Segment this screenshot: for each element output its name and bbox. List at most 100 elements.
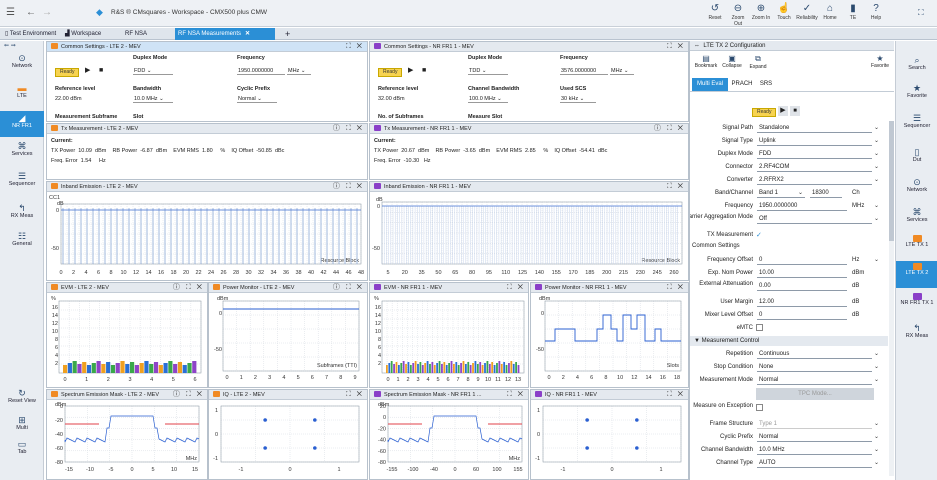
collapse-section-icon[interactable]: ▼ xyxy=(694,338,702,344)
frequency-unit-select[interactable]: MHz ⌄ xyxy=(287,68,311,75)
stop-button[interactable]: ■ xyxy=(422,67,426,75)
chevron-down-icon[interactable]: ⌄ xyxy=(874,137,879,144)
touch-button[interactable]: ☝ Touch xyxy=(773,3,795,21)
ref-level-value[interactable]: 22.00 dBm xyxy=(55,96,82,102)
forward-icon[interactable]: → xyxy=(42,7,52,18)
chevron-down-icon[interactable]: ⌄ xyxy=(798,189,803,196)
reset-button[interactable]: ↺ Reset xyxy=(704,3,726,21)
frequency-input[interactable]: 3576.0000000 xyxy=(560,68,608,75)
reliability-button[interactable]: ✓ Reliability xyxy=(796,3,818,21)
chevron-down-icon[interactable]: ⌄ xyxy=(874,256,879,263)
config-checkbox[interactable] xyxy=(756,404,763,411)
fullscreen-icon[interactable]: ⛶ xyxy=(918,8,924,18)
frequency-unit-select[interactable]: MHz ⌄ xyxy=(610,68,634,75)
config-value-field[interactable]: Standalone xyxy=(757,124,872,133)
panel-controls[interactable]: ⛶ ✕ xyxy=(667,390,685,400)
favorite-button[interactable]: ★ Favorite xyxy=(868,54,892,69)
run-button[interactable]: ▶ xyxy=(778,106,788,116)
tab-rf-nsa-measurements[interactable]: RF NSA Measurements ✕ xyxy=(175,28,275,40)
right-nav-lte-tx-1[interactable]: LTE TX 1 xyxy=(896,233,937,260)
config-value-field[interactable]: 1950.0000000 xyxy=(757,202,847,211)
collapse-button[interactable]: ▣ Collapse xyxy=(720,54,744,69)
config-value-field[interactable]: Normal xyxy=(757,376,872,385)
panel-controls[interactable]: ⓘ ⛶ ✕ xyxy=(173,390,204,400)
panel-controls[interactable]: ⛶ ✕ xyxy=(667,42,685,52)
config-value-field[interactable]: Continuous xyxy=(757,350,872,359)
zoom-out-button[interactable]: ⊖ Zoom Out xyxy=(727,3,749,27)
te-button[interactable]: ▮ TE xyxy=(842,3,864,21)
scrollbar-thumb[interactable] xyxy=(889,121,894,241)
chevron-down-icon[interactable]: ⌄ xyxy=(874,215,879,222)
config-value-field[interactable]: 0 xyxy=(757,256,847,265)
bandwidth-select[interactable]: 10.0 MHz ⌄ xyxy=(133,96,173,103)
duplex-mode-select[interactable]: FDD ⌄ xyxy=(133,68,173,75)
chevron-down-icon[interactable]: ⌄ xyxy=(874,459,879,466)
panel-controls[interactable]: ⓘ ⛶ ✕ xyxy=(333,182,364,192)
config-tab-multi-eval[interactable]: Multi Eval xyxy=(692,78,728,91)
right-nav-search[interactable]: ⌕ Search xyxy=(896,53,937,80)
sidebar-item-lte[interactable]: ▬ LTE xyxy=(0,81,44,107)
panel-controls[interactable]: ⓘ ⛶ ✕ xyxy=(654,124,685,134)
sidebar-toggle-icon[interactable]: ⇚ ⇛ xyxy=(4,42,16,49)
tpc-mode-button[interactable]: TPC Mode... xyxy=(756,388,874,400)
config-value-field[interactable]: 10.0 MHz xyxy=(757,446,872,455)
tab-test-environment[interactable]: ▯ Test Environment xyxy=(2,28,60,40)
frequency-input[interactable]: 1950.0000000 xyxy=(237,68,285,75)
chevron-down-icon[interactable]: ⌄ xyxy=(874,420,879,427)
config-value-field[interactable]: Uplink xyxy=(757,137,872,146)
config-value-field[interactable]: Off xyxy=(757,215,872,224)
right-nav-dut[interactable]: ▯ Dut xyxy=(896,145,937,172)
right-nav-network[interactable]: ⊙ Network xyxy=(896,175,937,202)
chevron-down-icon[interactable]: ⌄ xyxy=(874,202,879,209)
bookmark-button[interactable]: ▤ Bookmark xyxy=(694,54,718,69)
sidebar-item-nr-fr1[interactable]: ◢ NR FR1 xyxy=(0,111,44,137)
sidebar-item-multi[interactable]: ⊞ Multi xyxy=(0,413,44,439)
chevron-down-icon[interactable]: ⌄ xyxy=(874,350,879,357)
right-nav-lte-tx-2[interactable]: LTE TX 2 xyxy=(896,261,937,288)
panel-controls[interactable]: ⛶ ✕ xyxy=(346,42,364,52)
new-tab-button[interactable]: + xyxy=(282,28,293,40)
right-nav-nr-fr1-tx-1[interactable]: NR FR1 TX 1 xyxy=(896,291,937,318)
config-value-field[interactable]: None xyxy=(757,363,872,372)
chevron-down-icon[interactable]: ⌄ xyxy=(874,150,879,157)
sidebar-item-services[interactable]: ⌘ Services xyxy=(0,139,44,165)
ref-level-value[interactable]: 32.00 dBm xyxy=(378,96,405,102)
config-value-field[interactable]: 2.RF4COM xyxy=(757,163,872,172)
panel-controls[interactable]: ⓘ ⛶ ✕ xyxy=(333,283,364,293)
run-button[interactable]: ▶ xyxy=(85,67,90,75)
used-scs-select[interactable]: 30 kHz ⌄ xyxy=(560,96,596,103)
close-tab-icon[interactable]: ✕ xyxy=(245,31,250,37)
sidebar-item-sequencer[interactable]: ☰ Sequencer xyxy=(0,169,44,195)
chevron-down-icon[interactable]: ⌄ xyxy=(874,446,879,453)
panel-controls[interactable]: ⛶ ✕ xyxy=(346,390,364,400)
channel-input[interactable]: 18300 xyxy=(810,189,842,198)
config-tab-srs[interactable]: SRS xyxy=(756,78,776,91)
config-value-field[interactable]: Normal xyxy=(757,433,872,442)
panel-controls[interactable]: ⛶ ✕ xyxy=(507,283,525,293)
right-nav-rx-meas[interactable]: ↰ RX Meas xyxy=(896,321,937,348)
right-nav-favorite[interactable]: ★ Favorite xyxy=(896,81,937,108)
tab-workspace[interactable]: ▟ Workspace xyxy=(62,28,120,40)
chevron-down-icon[interactable]: ⌄ xyxy=(874,433,879,440)
config-value-field[interactable]: 0.00 xyxy=(757,282,847,291)
run-button[interactable]: ▶ xyxy=(408,67,413,75)
duplex-mode-select[interactable]: TDD ⌄ xyxy=(468,68,508,75)
collapse-arrows-icon[interactable]: ⇔ xyxy=(694,43,700,49)
right-nav-sequencer[interactable]: ☰ Sequencer xyxy=(896,111,937,138)
cyclic-prefix-select[interactable]: Normal ⌄ xyxy=(237,96,277,103)
config-value-field[interactable]: 12.00 xyxy=(757,298,847,307)
stop-button[interactable]: ■ xyxy=(99,67,103,75)
chevron-down-icon[interactable]: ⌄ xyxy=(874,176,879,183)
config-value-field[interactable]: 0 xyxy=(757,311,847,320)
chevron-down-icon[interactable]: ⌄ xyxy=(874,163,879,170)
panel-controls[interactable]: ⓘ ⛶ ✕ xyxy=(173,283,204,293)
tab-rf-nsa-signaling[interactable]: RF NSA Signaling✕ xyxy=(122,28,174,49)
panel-controls[interactable]: ⛶ ✕ xyxy=(507,390,525,400)
stop-button[interactable]: ■ xyxy=(790,106,800,116)
config-value-field[interactable]: AUTO xyxy=(757,459,872,468)
sidebar-item-tab[interactable]: ▭ Tab xyxy=(0,437,44,463)
config-value-field[interactable]: 10.00 xyxy=(757,269,847,278)
config-checkbox[interactable] xyxy=(756,324,763,331)
config-value-field[interactable]: FDD xyxy=(757,150,872,159)
panel-controls[interactable]: ⛶ ✕ xyxy=(667,182,685,192)
